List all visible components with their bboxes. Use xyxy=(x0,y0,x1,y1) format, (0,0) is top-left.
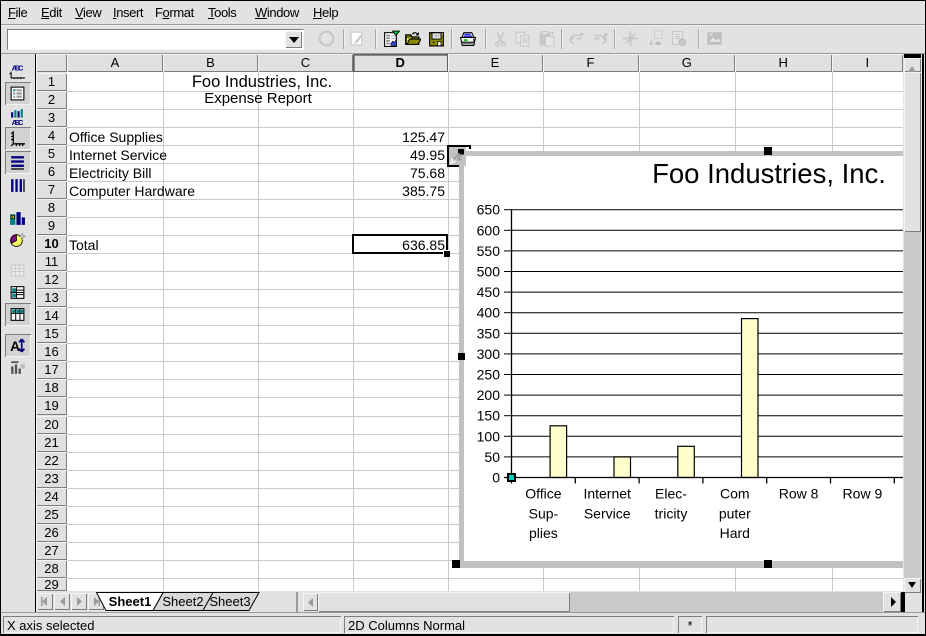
svg-text:150: 150 xyxy=(477,408,501,424)
svg-text:Elec-: Elec- xyxy=(655,486,687,502)
svg-text:450: 450 xyxy=(477,284,501,300)
svg-text:Hard: Hard xyxy=(720,525,750,541)
svg-text:ABC: ABC xyxy=(12,118,24,125)
svg-text:Row 9: Row 9 xyxy=(843,486,883,502)
svg-text:Office: Office xyxy=(525,486,562,502)
svg-text:A: A xyxy=(10,338,20,354)
svg-text:Sheet1: Sheet1 xyxy=(109,594,152,609)
svg-text:Com: Com xyxy=(720,486,750,502)
svg-text:400: 400 xyxy=(477,305,501,321)
svg-text:300: 300 xyxy=(477,346,501,362)
svg-text:350: 350 xyxy=(477,325,501,341)
svg-text:Foo Industries, Inc.: Foo Industries, Inc. xyxy=(652,158,886,189)
svg-text:ABC: ABC xyxy=(12,64,24,73)
svg-text:Row 8: Row 8 xyxy=(779,486,819,502)
svg-text:550: 550 xyxy=(477,243,501,259)
svg-text:Sheet3: Sheet3 xyxy=(209,594,250,609)
svg-text:100: 100 xyxy=(477,428,501,444)
svg-text:Internet: Internet xyxy=(583,486,631,502)
svg-text:puter: puter xyxy=(719,505,751,521)
svg-text:250: 250 xyxy=(477,367,501,383)
svg-text:600: 600 xyxy=(477,222,501,238)
svg-text:200: 200 xyxy=(477,387,501,403)
svg-text:tricity: tricity xyxy=(655,505,688,521)
svg-text:0: 0 xyxy=(492,470,500,486)
svg-text:plies: plies xyxy=(529,525,558,541)
svg-text:Sup-: Sup- xyxy=(529,505,559,521)
svg-text:Sheet2: Sheet2 xyxy=(162,594,203,609)
svg-text:Service: Service xyxy=(584,505,631,521)
svg-text:50: 50 xyxy=(484,449,500,465)
svg-text:500: 500 xyxy=(477,264,501,280)
svg-text:650: 650 xyxy=(477,202,501,218)
